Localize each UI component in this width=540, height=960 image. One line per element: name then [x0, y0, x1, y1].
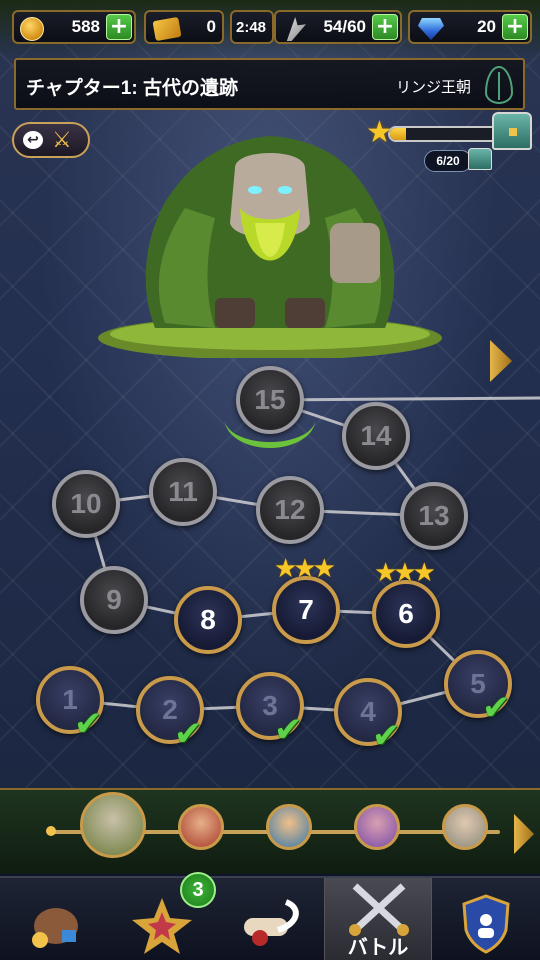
level-number: 9 [106, 584, 122, 615]
nav-battle[interactable]: バトル [324, 878, 432, 960]
nav-shop[interactable] [0, 878, 108, 960]
completed-check-icon: ✔ [174, 714, 203, 754]
level-number: 6 [398, 598, 414, 629]
level-node-14: 14 [342, 402, 410, 470]
hero-elder-portrait[interactable] [442, 804, 488, 850]
battle-label: バトル [347, 937, 409, 959]
level-node-13: 13 [400, 482, 468, 550]
level-node-6[interactable]: 6 [372, 580, 440, 648]
nav-quests[interactable] [216, 878, 324, 960]
money-bag-icon [32, 908, 78, 948]
level-number: 7 [298, 594, 314, 625]
heroes-notification-badge: 3 [180, 872, 216, 908]
guild-shield-icon [462, 894, 510, 954]
level-number: 10 [70, 488, 102, 519]
level-node-11: 11 [149, 458, 217, 526]
level-number: 11 [168, 476, 198, 507]
hero-warrior-portrait[interactable] [266, 804, 312, 850]
hero-strip-start-dot [46, 826, 56, 836]
hero-pirate-portrait[interactable] [178, 804, 224, 850]
bottom-nav: バトル [0, 876, 540, 960]
hero-strip [0, 788, 540, 874]
hero-golem-portrait[interactable] [80, 792, 146, 858]
level-node-8[interactable]: 8 [174, 586, 242, 654]
level-node-9: 9 [80, 566, 148, 634]
level-node-12: 12 [256, 476, 324, 544]
level-number: 8 [200, 604, 216, 635]
level-node-10: 10 [52, 470, 120, 538]
completed-check-icon: ✔ [372, 716, 401, 756]
hero-sorceress-portrait[interactable] [354, 804, 400, 850]
level-number: 15 [254, 384, 286, 415]
level-number: 14 [360, 420, 392, 451]
level-stars-icon: ★★★ [274, 554, 336, 584]
level-number: 13 [418, 500, 450, 531]
completed-check-icon: ✔ [274, 710, 303, 750]
level-node-15: 15 [236, 366, 304, 434]
level-number: 12 [274, 494, 306, 525]
scroll-quill-icon [244, 899, 299, 946]
level-stars-icon: ★★★ [374, 558, 436, 588]
nav-guild[interactable] [432, 878, 540, 960]
battle-swords-icon [349, 883, 409, 936]
hero-strip-next-arrow[interactable] [514, 814, 534, 854]
completed-check-icon: ✔ [74, 704, 103, 744]
level-node-7[interactable]: 7 [272, 576, 340, 644]
completed-check-icon: ✔ [482, 688, 511, 728]
